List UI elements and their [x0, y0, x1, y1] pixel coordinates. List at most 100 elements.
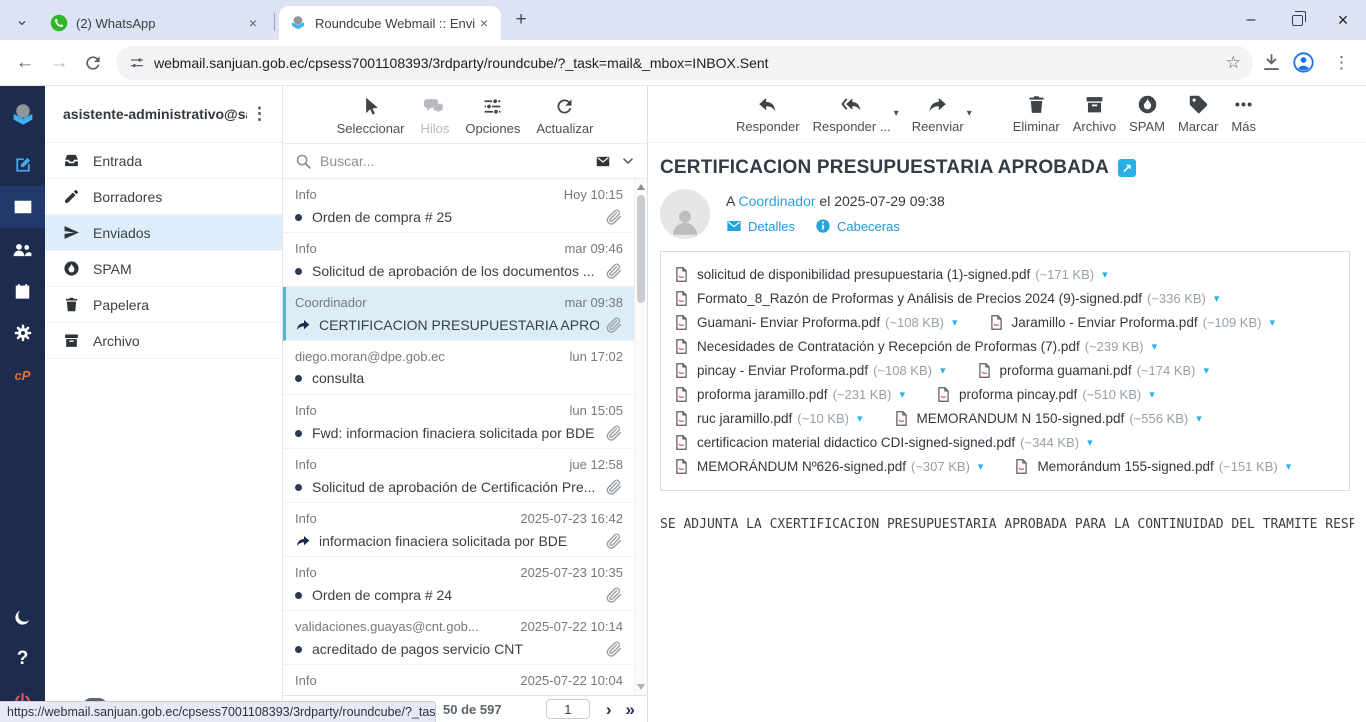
folder-item-enviados[interactable]: Enviados — [45, 215, 282, 251]
tab-close-button[interactable]: × — [475, 14, 493, 32]
message-row[interactable]: Info2025-07-23 10:35Orden de compra # 24 — [283, 557, 647, 611]
list-scrollbar[interactable] — [634, 179, 647, 695]
attachment-menu-caret-icon[interactable]: ▾ — [1087, 436, 1093, 449]
attachment-menu-caret-icon[interactable]: ▾ — [899, 388, 905, 401]
responder-button[interactable]: Responder — [736, 94, 800, 134]
nav-settings-button[interactable] — [0, 312, 45, 354]
page-number-input[interactable] — [546, 699, 590, 719]
attachment-item[interactable]: ruc jaramillo.pdf(~10 KB)▾ — [673, 410, 863, 427]
attachment-menu-caret-icon[interactable]: ▾ — [978, 460, 984, 473]
opciones-button[interactable]: Opciones — [465, 96, 520, 136]
responder-todos-caret-icon[interactable]: ▾ — [894, 108, 899, 119]
archivo-button[interactable]: Archivo — [1073, 94, 1116, 134]
spam-button[interactable]: SPAM — [1129, 94, 1165, 134]
scroll-down-arrow[interactable] — [637, 684, 645, 690]
attachment-menu-caret-icon[interactable]: ▾ — [1286, 460, 1292, 473]
attachment-item[interactable]: MEMORANDUM N 150-signed.pdf(~556 KB)▾ — [893, 410, 1202, 427]
nav-mail-button[interactable] — [0, 186, 45, 228]
actualizar-button[interactable]: Actualizar — [536, 96, 593, 136]
attachment-item[interactable]: MEMORÁNDUM Nº626-signed.pdf(~307 KB)▾ — [673, 458, 983, 475]
recipient-link[interactable]: Coordinador — [738, 193, 815, 209]
account-menu-icon[interactable]: ⋮ — [247, 104, 272, 124]
mas-button[interactable]: Más — [1231, 94, 1256, 134]
downloads-icon[interactable] — [1261, 52, 1282, 73]
message-row[interactable]: Infolun 15:05Fwd: informacion finaciera … — [283, 395, 647, 449]
attachment-item[interactable]: certificacion material didactico CDI-sig… — [673, 434, 1093, 451]
attachment-menu-caret-icon[interactable]: ▾ — [1152, 340, 1158, 353]
message-row[interactable]: Coordinadormar 09:38CERTIFICACION PRESUP… — [283, 287, 647, 341]
close-button[interactable]: × — [1320, 0, 1366, 40]
details-toggle[interactable]: Detalles — [726, 218, 795, 234]
browser-menu-icon[interactable]: ⋮ — [1325, 53, 1358, 73]
nav-cpanel-button[interactable]: cP — [0, 354, 45, 396]
attachment-item[interactable]: pincay - Enviar Proforma.pdf(~108 KB)▾ — [673, 362, 946, 379]
seleccionar-button[interactable]: Seleccionar — [337, 96, 405, 136]
message-row[interactable]: diego.moran@dpe.gob.eclun 17:02consulta — [283, 341, 647, 395]
forward-button[interactable]: → — [42, 46, 76, 80]
attachment-menu-caret-icon[interactable]: ▾ — [1204, 364, 1210, 377]
dark-mode-button[interactable] — [0, 596, 45, 638]
attachment-item[interactable]: Necesidades de Contratación y Recepción … — [673, 338, 1157, 355]
attachment-item[interactable]: Memorándum 155-signed.pdf(~151 KB)▾ — [1013, 458, 1291, 475]
reload-button[interactable] — [83, 53, 103, 73]
reenviar-caret-icon[interactable]: ▾ — [967, 108, 972, 119]
search-scope-envelope-icon[interactable] — [593, 154, 613, 169]
responder-todos-button[interactable]: Responder ... — [813, 94, 891, 134]
attachment-menu-caret-icon[interactable]: ▾ — [1269, 316, 1275, 329]
message-row[interactable]: Info2025-07-22 10:04 — [283, 665, 647, 695]
open-in-new-window-icon[interactable]: ↗ — [1118, 159, 1136, 177]
attachment-item[interactable]: proforma jaramillo.pdf(~231 KB)▾ — [673, 386, 905, 403]
profile-icon[interactable] — [1292, 51, 1315, 74]
back-button[interactable]: ← — [8, 46, 42, 80]
minimize-button[interactable]: – — [1228, 0, 1274, 40]
message-row[interactable]: Info2025-07-23 16:42informacion finacier… — [283, 503, 647, 557]
headers-toggle[interactable]: Cabeceras — [815, 218, 900, 234]
folder-item-spam[interactable]: SPAM — [45, 251, 282, 287]
attachment-menu-caret-icon[interactable]: ▾ — [1196, 412, 1202, 425]
tab-roundcube[interactable]: Roundcube Webmail :: Enviados × — [279, 6, 501, 40]
scroll-up-arrow[interactable] — [637, 184, 645, 190]
site-info-icon[interactable] — [128, 54, 146, 72]
nav-contacts-button[interactable] — [0, 228, 45, 270]
folder-item-entrada[interactable]: Entrada — [45, 143, 282, 179]
folder-item-borradores[interactable]: Borradores — [45, 179, 282, 215]
search-input[interactable] — [320, 153, 585, 169]
attachment-item[interactable]: proforma pincay.pdf(~510 KB)▾ — [935, 386, 1155, 403]
attachment-item[interactable]: Guamani- Enviar Proforma.pdf(~108 KB)▾ — [673, 314, 958, 331]
marcar-button[interactable]: Marcar — [1178, 94, 1218, 134]
help-button[interactable]: ? — [0, 638, 45, 680]
message-row[interactable]: Infomar 09:46Solicitud de aprobación de … — [283, 233, 647, 287]
message-row[interactable]: InfoHoy 10:15Orden de compra # 25 — [283, 179, 647, 233]
search-icon[interactable] — [295, 153, 312, 170]
message-row[interactable]: validaciones.guayas@cnt.gob...2025-07-22… — [283, 611, 647, 665]
nav-compose-button[interactable] — [0, 144, 45, 186]
hilos-button[interactable]: Hilos — [421, 96, 450, 136]
last-page-button[interactable]: » — [626, 701, 635, 718]
attachment-menu-caret-icon[interactable]: ▾ — [1102, 268, 1108, 281]
folder-item-archivo[interactable]: Archivo — [45, 323, 282, 359]
message-row[interactable]: Infojue 12:58Solicitud de aprobación de … — [283, 449, 647, 503]
attachment-menu-caret-icon[interactable]: ▾ — [940, 364, 946, 377]
attachment-menu-caret-icon[interactable]: ▾ — [1149, 388, 1155, 401]
attachment-menu-caret-icon[interactable]: ▾ — [952, 316, 958, 329]
restore-button[interactable] — [1274, 0, 1320, 40]
search-options-chevron-icon[interactable] — [621, 154, 635, 168]
attachment-item[interactable]: proforma guamani.pdf(~174 KB)▾ — [976, 362, 1210, 379]
folder-item-papelera[interactable]: Papelera — [45, 287, 282, 323]
attachment-menu-caret-icon[interactable]: ▾ — [1214, 292, 1220, 305]
reenviar-button[interactable]: Reenviar — [912, 94, 964, 134]
attachment-item[interactable]: solicitud de disponibilidad presupuestar… — [673, 266, 1108, 283]
attachment-item[interactable]: Formato_8_Razón de Proformas y Análisis … — [673, 290, 1219, 307]
address-bar[interactable]: webmail.sanjuan.gob.ec/cpsess7001108393/… — [116, 46, 1253, 80]
tab-search-button[interactable]: ⌄ — [8, 6, 36, 34]
attachment-item[interactable]: Jaramillo - Enviar Proforma.pdf(~109 KB)… — [988, 314, 1276, 331]
scroll-thumb[interactable] — [637, 195, 645, 303]
bookmark-star-icon[interactable]: ☆ — [1226, 53, 1241, 73]
eliminar-button[interactable]: Eliminar — [1013, 94, 1060, 134]
attachment-menu-caret-icon[interactable]: ▾ — [857, 412, 863, 425]
tab-whatsapp[interactable]: (2) WhatsApp × — [40, 6, 270, 40]
tab-close-button[interactable]: × — [244, 14, 262, 32]
nav-calendar-button[interactable] — [0, 270, 45, 312]
next-page-button[interactable]: › — [606, 701, 612, 718]
new-tab-button[interactable]: + — [507, 6, 535, 34]
